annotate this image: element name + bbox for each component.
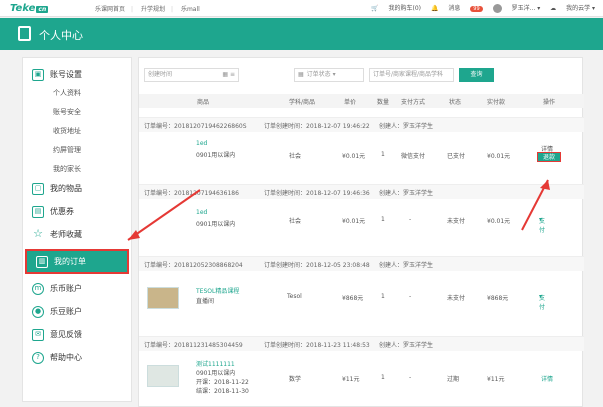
annotation-arrows: [127, 179, 550, 241]
